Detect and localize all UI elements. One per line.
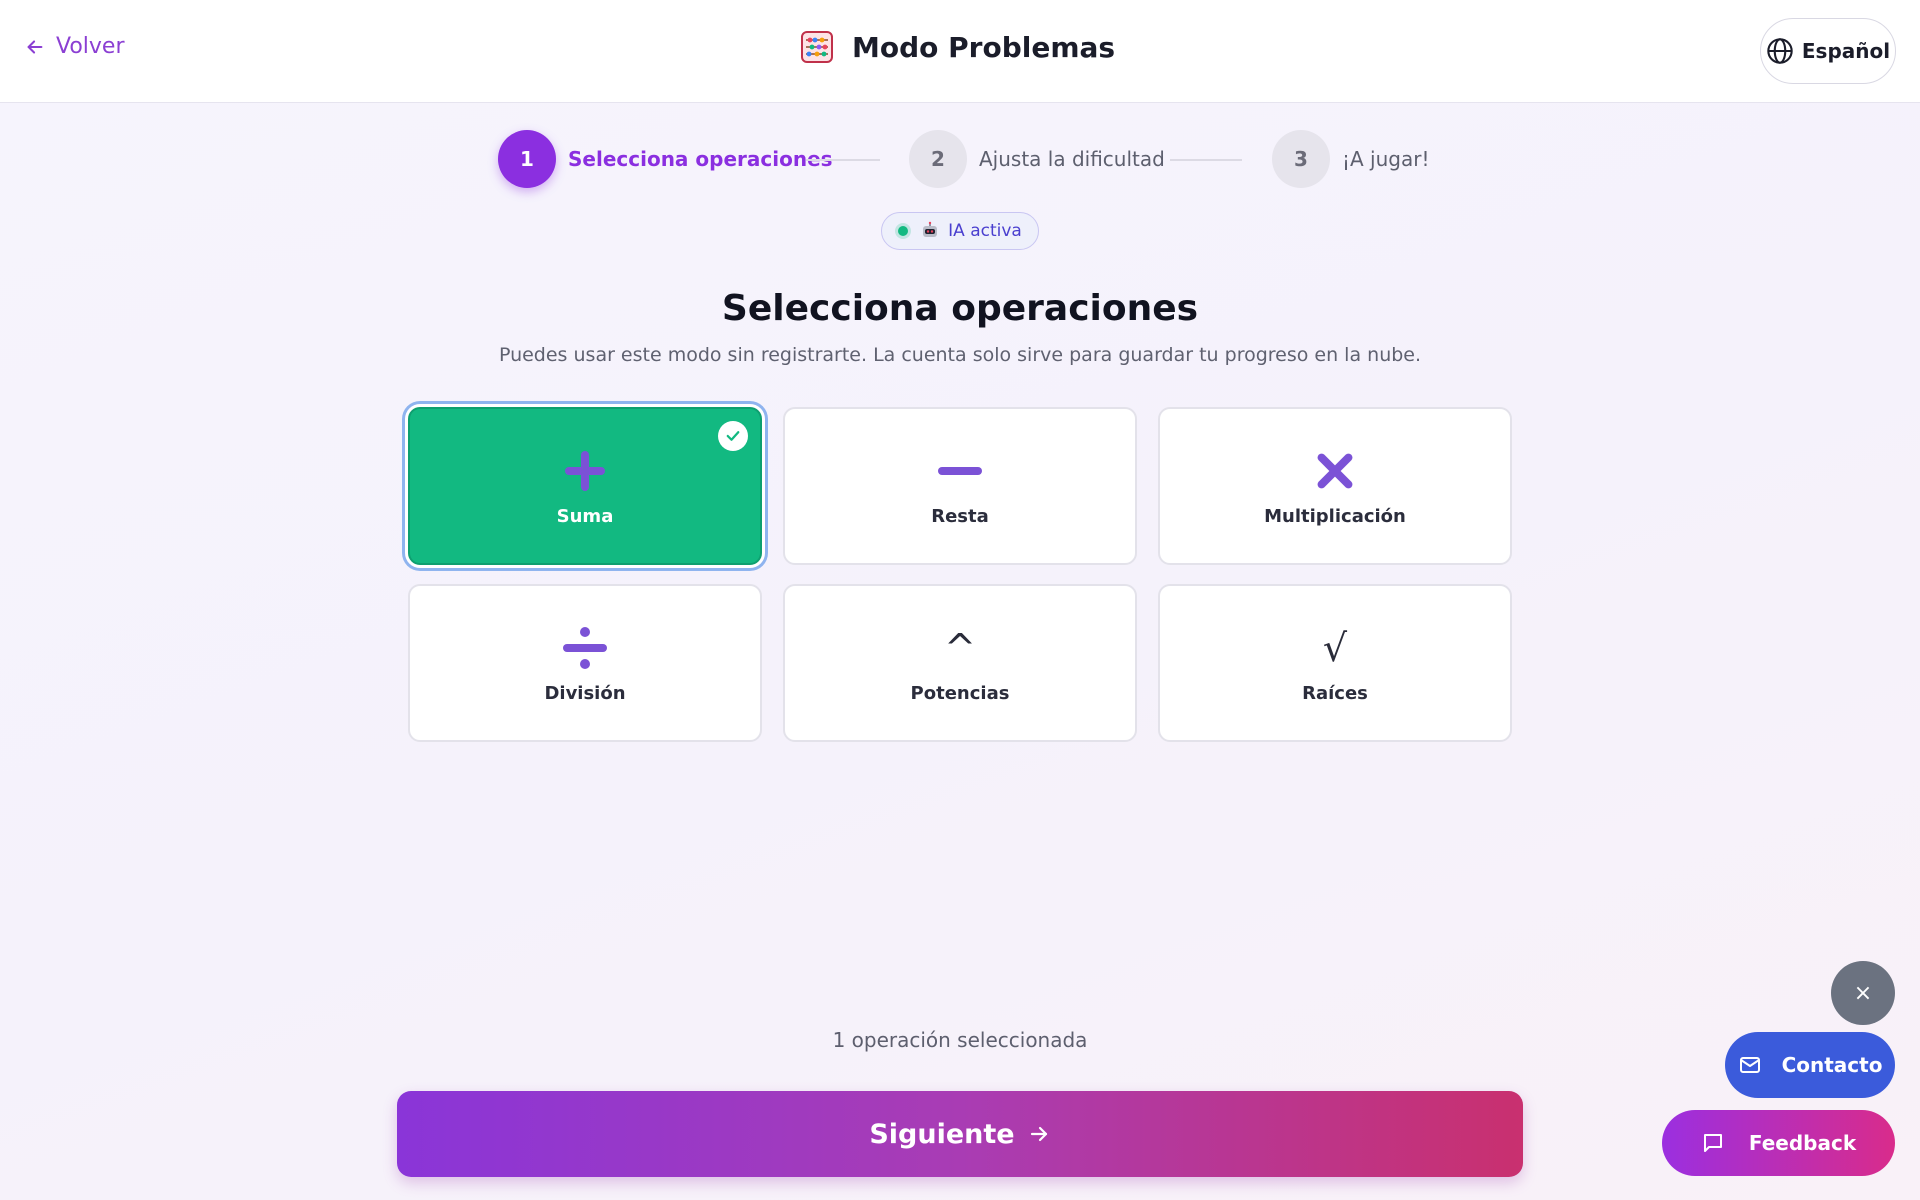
selected-count: 1 operación seleccionada [832, 1028, 1088, 1052]
step-number: 2 [909, 130, 967, 188]
operation-card-resta[interactable]: Resta [783, 407, 1137, 565]
top-bar: Volver Modo Problemas Español [0, 0, 1920, 103]
times-icon [1317, 453, 1353, 488]
divide-icon [563, 626, 607, 669]
section-heading: Selecciona operaciones [721, 288, 1199, 329]
contact-button[interactable]: Contacto [1725, 1032, 1895, 1098]
operation-card-multiplicacion[interactable]: Multiplicación [1158, 407, 1512, 565]
step-label: ¡A jugar! [1342, 147, 1430, 171]
feedback-button[interactable]: Feedback [1662, 1110, 1895, 1176]
back-label: Volver [56, 34, 125, 59]
feedback-label: Feedback [1748, 1131, 1857, 1155]
check-icon [718, 421, 748, 451]
square-root-icon: √ [1322, 625, 1348, 670]
mail-icon [1739, 1057, 1760, 1073]
page-title: Modo Problemas [800, 30, 1115, 64]
close-icon: × [1853, 980, 1873, 1006]
step-1: 1 Selecciona operaciones [498, 130, 833, 188]
arrow-right-icon [1030, 1126, 1047, 1142]
operation-card-raices[interactable]: √ Raíces [1158, 584, 1512, 742]
operation-label: Resta [931, 505, 989, 527]
plus-icon [565, 450, 605, 491]
app-title-text: Modo Problemas [852, 30, 1116, 64]
step-label: Selecciona operaciones [568, 147, 833, 171]
section-subheading: Puedes usar este modo sin registrarte. L… [498, 344, 1422, 366]
operation-card-suma[interactable]: Suma [408, 407, 762, 565]
caret-icon: ^ [944, 625, 976, 670]
operation-card-potencias[interactable]: ^ Potencias [783, 584, 1137, 742]
ai-status-badge: IA activa [881, 212, 1039, 250]
chat-bubble-icon [1703, 1134, 1722, 1152]
step-2: 2 Ajusta la dificultad [909, 130, 1165, 188]
close-floating-button[interactable]: × [1831, 961, 1895, 1025]
operation-label: Multiplicación [1264, 505, 1406, 527]
step-connector [806, 159, 880, 161]
step-number: 1 [498, 130, 556, 188]
operation-label: Potencias [910, 682, 1010, 704]
progress-stepper: 1 Selecciona operaciones 2 Ajusta la dif… [0, 130, 1920, 190]
status-dot [898, 226, 909, 236]
language-label: Español [1801, 39, 1891, 63]
step-label: Ajusta la dificultad [979, 147, 1165, 171]
minus-icon [938, 466, 982, 475]
operation-label: Suma [556, 505, 614, 527]
ai-status-label: IA activa [948, 221, 1022, 241]
globe-icon [1767, 38, 1793, 64]
abacus-icon [801, 31, 833, 63]
robot-icon [923, 221, 938, 237]
step-number: 3 [1272, 130, 1330, 188]
operations-grid: Suma Resta Multiplicación División ^ Pot… [408, 407, 1512, 742]
next-button[interactable]: Siguiente [397, 1091, 1523, 1177]
step-3: 3 ¡A jugar! [1272, 130, 1429, 188]
back-link[interactable]: Volver [24, 34, 125, 59]
arrow-left-icon [27, 39, 43, 54]
next-label: Siguiente [869, 1118, 1015, 1150]
contact-label: Contacto [1781, 1053, 1883, 1077]
operation-label: Raíces [1302, 682, 1368, 704]
language-selector[interactable]: Español [1760, 18, 1896, 84]
step-connector [1170, 159, 1242, 161]
operation-label: División [544, 682, 626, 704]
operation-card-division[interactable]: División [408, 584, 762, 742]
